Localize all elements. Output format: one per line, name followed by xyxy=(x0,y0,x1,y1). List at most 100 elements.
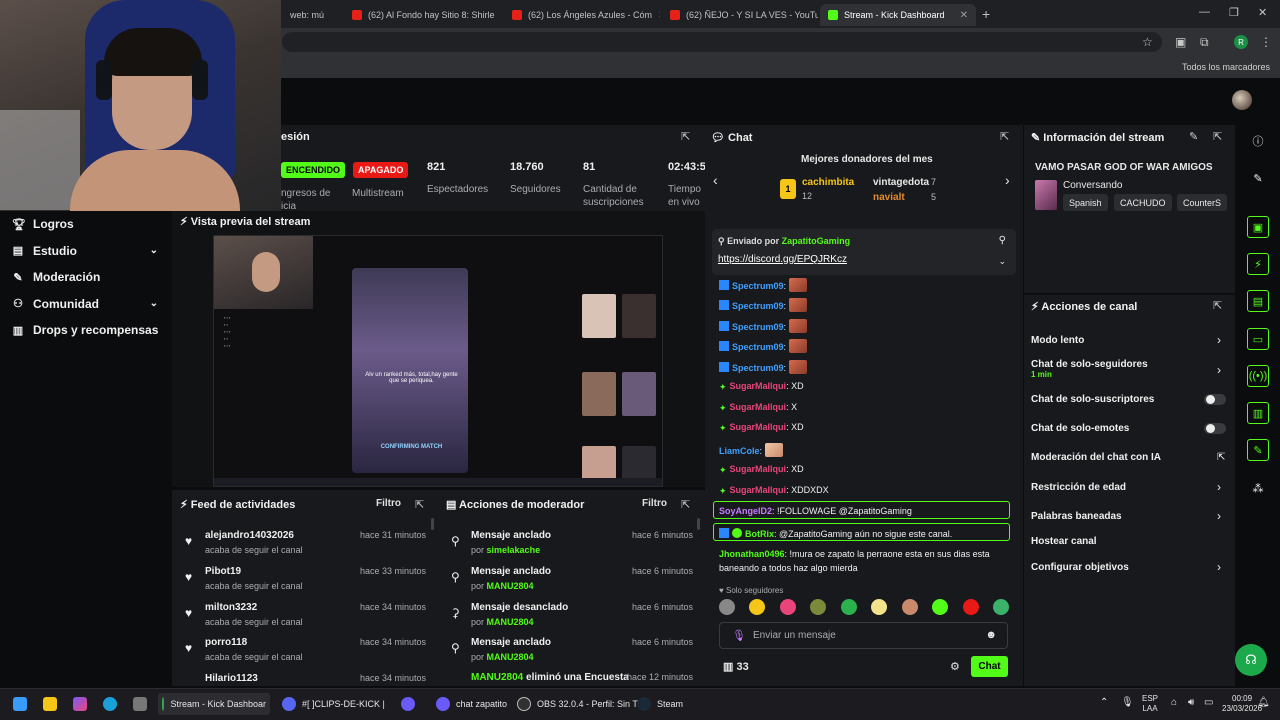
browser-tab-active[interactable]: Stream - Kick Dashboard ✕ xyxy=(820,4,976,26)
extension-icon[interactable]: ▣ xyxy=(1175,35,1186,49)
chevron-right-icon[interactable]: › xyxy=(1217,480,1221,494)
notification-icon[interactable]: 🔔︎ xyxy=(1257,698,1270,708)
restore-icon[interactable]: ❐ xyxy=(1229,6,1239,19)
lightning-box-icon[interactable]: ⚡︎ xyxy=(1247,253,1269,275)
expand-icon[interactable]: ⇱ xyxy=(681,130,690,143)
nav-logros[interactable]: 🏆︎ Logros xyxy=(0,211,172,238)
donor-1[interactable]: cachimbita xyxy=(802,177,854,188)
nav-moderacion[interactable]: ✎ Moderación xyxy=(0,264,172,291)
toggle-solo-suscriptores[interactable] xyxy=(1204,394,1226,405)
toggle-solo-emotes[interactable] xyxy=(1204,423,1226,434)
browser-tab[interactable]: (62) Los Ángeles Azules - Cóm✕ xyxy=(504,4,660,26)
taskbar-discord[interactable]: #[ ]CLIPS-DE-KICK | xyxy=(282,697,385,711)
browser-tab[interactable]: (62) Al Fondo hay Sitio 8: Shirle✕ xyxy=(344,4,502,26)
network-icon[interactable]: ⌂ xyxy=(1171,698,1177,708)
emote-button[interactable] xyxy=(992,599,1009,615)
file-explorer-button[interactable] xyxy=(43,697,57,711)
action-goals[interactable]: Configurar objetivos xyxy=(1031,562,1129,573)
expand-icon[interactable]: ⇱ xyxy=(415,498,424,511)
close-tab-icon[interactable]: ✕ xyxy=(658,10,660,21)
tag-chip[interactable]: CounterS xyxy=(1177,194,1227,211)
start-button[interactable] xyxy=(13,697,27,711)
expand-icon[interactable]: ⇱ xyxy=(1000,130,1009,143)
browser-tab[interactable]: (62) ÑEJO - Y SI LA VES - YouTu✕ xyxy=(662,4,818,26)
emote-button[interactable] xyxy=(962,599,979,615)
scrollbar[interactable] xyxy=(697,518,700,530)
unpin-icon[interactable]: ⚲ xyxy=(999,235,1006,246)
emote-button[interactable] xyxy=(932,599,949,615)
emote-button[interactable] xyxy=(840,599,857,615)
chat-input[interactable]: 🎙︎ Enviar un mensaje ☻ xyxy=(719,622,1008,649)
expand-icon[interactable]: ⇱ xyxy=(1213,299,1222,312)
action-solo-seguidores[interactable]: Chat de solo-seguidores 1 min xyxy=(1031,359,1148,379)
mod-filter-button[interactable]: Filtro xyxy=(642,498,667,509)
donor-2[interactable]: vintagedota xyxy=(873,177,929,188)
settings-icon[interactable]: ⚙ xyxy=(950,660,960,673)
feed-filter-button[interactable]: Filtro xyxy=(376,498,401,509)
puzzle-icon[interactable]: ⧉ xyxy=(1200,35,1209,50)
external-link-icon[interactable]: ⇱ xyxy=(1217,452,1225,463)
action-ia-moderation[interactable]: Moderación del chat con IA xyxy=(1031,452,1161,463)
url-input[interactable] xyxy=(282,32,1162,52)
pencil-icon[interactable]: ✎ xyxy=(1247,167,1269,189)
volume-icon[interactable]: 🔊︎ xyxy=(1188,698,1194,708)
edit-icon[interactable]: ✎ xyxy=(1189,130,1198,143)
channel-points[interactable]: ▥ 33 xyxy=(723,660,749,673)
emote-button[interactable] xyxy=(749,599,766,615)
emoji-icon[interactable]: ☻ xyxy=(985,629,997,641)
send-chat-button[interactable]: Chat xyxy=(971,656,1008,677)
wrench-box-icon[interactable]: ✎ xyxy=(1247,439,1269,461)
document-box-icon[interactable]: ▤ xyxy=(1247,290,1269,312)
menu-icon[interactable]: ⋮ xyxy=(1260,35,1272,49)
taskbar-chat-zapatito[interactable]: chat zapatito xyxy=(436,697,507,711)
chevron-right-icon[interactable]: › xyxy=(1217,560,1221,574)
battery-icon[interactable]: ▭ xyxy=(1204,698,1213,708)
pinned-link[interactable]: https://discord.gg/EPQJRKcz xyxy=(718,254,847,265)
broadcast-box-icon[interactable]: ((•)) xyxy=(1247,365,1269,387)
edge-button[interactable] xyxy=(103,697,117,711)
action-modo-lento[interactable]: Modo lento xyxy=(1031,335,1084,346)
expand-icon[interactable]: ⇱ xyxy=(1213,130,1222,143)
donors-prev-button[interactable]: ‹ xyxy=(713,172,718,188)
chevron-down-icon[interactable]: ⌄ xyxy=(998,256,1006,267)
expand-icon[interactable]: ⇱ xyxy=(681,498,690,511)
minimize-icon[interactable]: — xyxy=(1199,6,1210,18)
taskbar-steam[interactable]: Steam xyxy=(637,697,683,711)
chevron-right-icon[interactable]: › xyxy=(1217,509,1221,523)
donor-3[interactable]: navialt xyxy=(873,192,905,203)
emote-button[interactable] xyxy=(719,599,735,615)
store-button[interactable] xyxy=(133,697,147,711)
close-tab-icon[interactable]: ✕ xyxy=(501,10,502,21)
tray-chevron-icon[interactable]: ⌃ xyxy=(1100,698,1108,708)
tag-chip[interactable]: CACHUDO xyxy=(1114,194,1172,211)
nav-drops[interactable]: ▥ Drops y recompensas xyxy=(0,317,172,344)
chevron-right-icon[interactable]: › xyxy=(1217,333,1221,347)
nodes-icon[interactable]: ⁂ xyxy=(1247,477,1269,499)
scrollbar[interactable] xyxy=(431,518,434,530)
emote-button[interactable] xyxy=(810,599,827,615)
taskbar-chrome[interactable]: Stream - Kick Dashboar xyxy=(158,693,270,715)
help-chat-button[interactable]: ☊ xyxy=(1235,644,1267,676)
nav-estudio[interactable]: ▤ Estudio ⌄ xyxy=(0,238,172,265)
microphone-icon[interactable]: 🎙︎ xyxy=(732,629,746,642)
copilot-button[interactable] xyxy=(73,697,87,711)
emote-button[interactable] xyxy=(901,599,918,615)
info-icon[interactable]: ⓘ xyxy=(1247,130,1269,152)
pinned-message[interactable]: ⚲ Enviado por ZapatitoGaming https://dis… xyxy=(712,229,1030,275)
emote-button[interactable] xyxy=(871,599,888,615)
chevron-right-icon[interactable]: › xyxy=(1217,363,1221,377)
nav-comunidad[interactable]: ⚇ Comunidad ⌄ xyxy=(0,291,172,318)
all-bookmarks[interactable]: Todos los marcadores xyxy=(1182,62,1270,72)
user-avatar[interactable] xyxy=(1232,90,1252,110)
new-tab-button[interactable]: + xyxy=(982,6,990,22)
action-age-restriction[interactable]: Restricción de edad xyxy=(1031,482,1126,493)
profile-avatar[interactable]: R xyxy=(1234,35,1248,49)
camera-box-icon[interactable]: ▣ xyxy=(1247,216,1269,238)
action-banned-words[interactable]: Palabras baneadas xyxy=(1031,511,1122,522)
mic-tray-icon[interactable]: 🎙︎ xyxy=(1121,698,1134,708)
browser-tab[interactable]: web: mú xyxy=(282,4,342,26)
tag-chip[interactable]: Spanish xyxy=(1063,194,1108,211)
taskbar-obs[interactable]: OBS 32.0.4 - Perfil: Sin T xyxy=(517,697,638,711)
star-icon[interactable]: ☆ xyxy=(1142,35,1153,49)
screen-box-icon[interactable]: ▥ xyxy=(1247,402,1269,424)
